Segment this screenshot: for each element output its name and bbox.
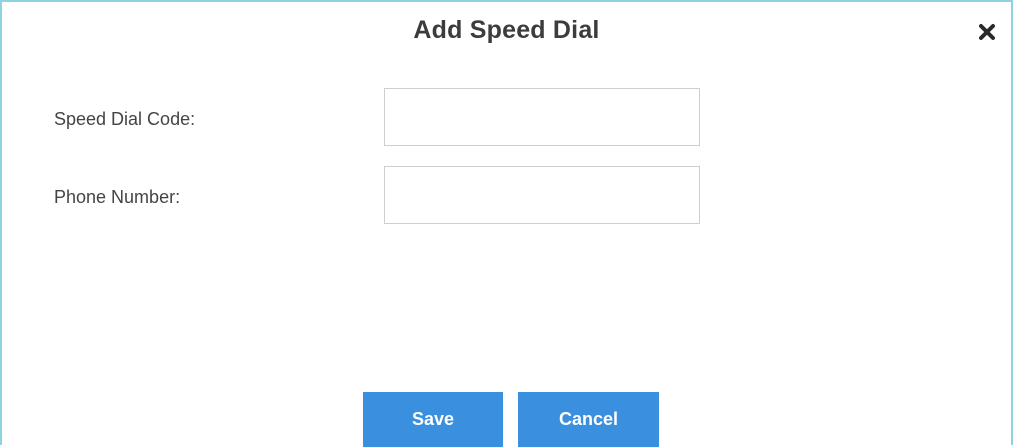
add-speed-dial-dialog: Add Speed Dial Speed Dial Code: Phone Nu… [0,0,1013,447]
close-button[interactable] [970,15,1004,49]
speed-dial-code-input[interactable] [384,88,700,146]
save-button[interactable]: Save [363,392,503,447]
cancel-button[interactable]: Cancel [518,392,659,447]
close-icon [979,24,995,40]
phone-number-input[interactable] [384,166,700,224]
phone-number-label: Phone Number: [54,187,181,207]
speed-dial-code-label: Speed Dial Code: [54,109,196,129]
dialog-title: Add Speed Dial [413,16,600,44]
